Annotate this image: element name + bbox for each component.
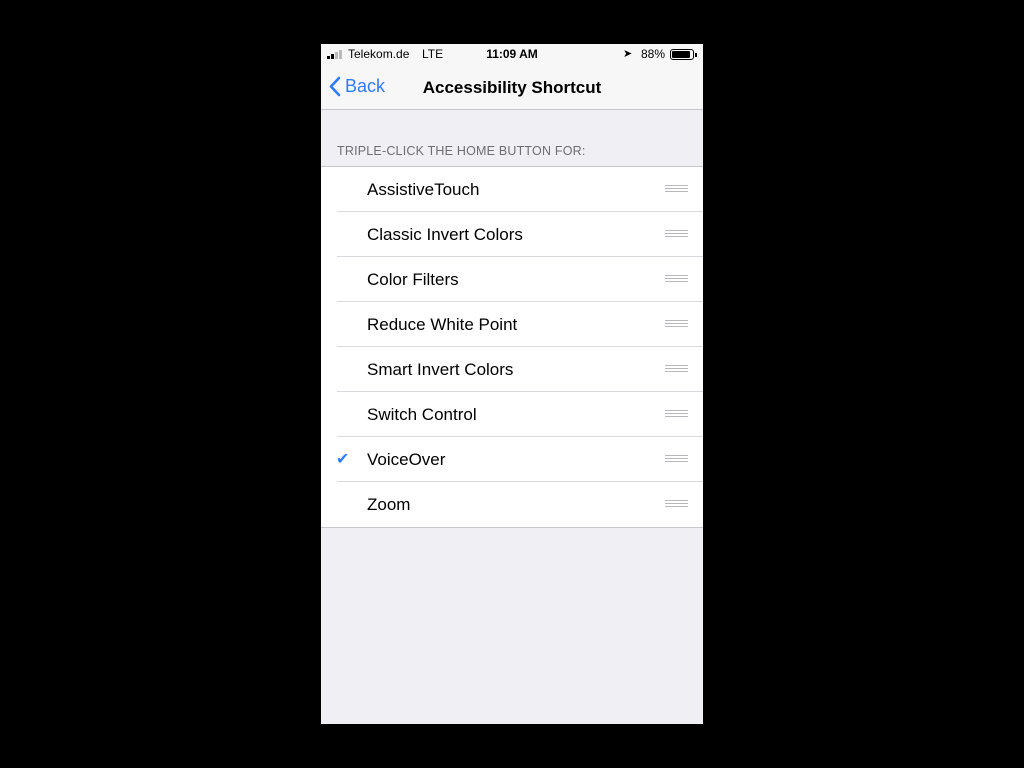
reorder-handle-icon[interactable]	[665, 365, 688, 374]
list-item[interactable]: Switch Control	[321, 392, 703, 437]
list-item[interactable]: Classic Invert Colors	[321, 212, 703, 257]
list-item[interactable]: Color Filters	[321, 257, 703, 302]
reorder-handle-icon[interactable]	[665, 275, 688, 284]
page-title: Accessibility Shortcut	[422, 78, 602, 97]
list-item[interactable]: Zoom	[321, 482, 703, 527]
battery-icon	[670, 49, 697, 60]
item-label: Color Filters	[367, 270, 459, 289]
item-label: VoiceOver	[367, 450, 446, 469]
reorder-handle-icon[interactable]	[665, 500, 688, 509]
reorder-handle-icon[interactable]	[665, 230, 688, 239]
item-label: Classic Invert Colors	[367, 225, 523, 244]
location-icon: ➤	[623, 48, 633, 60]
checkmark-icon: ✔	[336, 451, 350, 468]
item-label: Switch Control	[367, 405, 477, 424]
list-item[interactable]: Smart Invert Colors	[321, 347, 703, 392]
reorder-handle-icon[interactable]	[665, 320, 688, 329]
list-item[interactable]: Reduce White Point	[321, 302, 703, 347]
section-header: TRIPLE-CLICK THE HOME BUTTON FOR:	[337, 144, 586, 158]
phone-screen: Telekom.de LTE 11:09 AM ➤ 88% Back Acces…	[321, 44, 703, 724]
list-item[interactable]: ✔ VoiceOver	[321, 437, 703, 482]
reorder-handle-icon[interactable]	[665, 455, 688, 464]
item-label: Smart Invert Colors	[367, 360, 514, 379]
reorder-handle-icon[interactable]	[665, 410, 688, 419]
shortcut-list: AssistiveTouch Classic Invert Colors Color…	[321, 166, 703, 528]
list-item[interactable]: AssistiveTouch	[321, 167, 703, 212]
item-label: Zoom	[367, 495, 411, 514]
status-bar: Telekom.de LTE 11:09 AM ➤ 88%	[321, 44, 703, 64]
navigation-bar: Back Accessibility Shortcut	[321, 64, 703, 110]
battery-percent: 88%	[641, 47, 666, 61]
item-label: AssistiveTouch	[367, 180, 480, 199]
reorder-handle-icon[interactable]	[665, 185, 688, 194]
item-label: Reduce White Point	[367, 315, 518, 334]
